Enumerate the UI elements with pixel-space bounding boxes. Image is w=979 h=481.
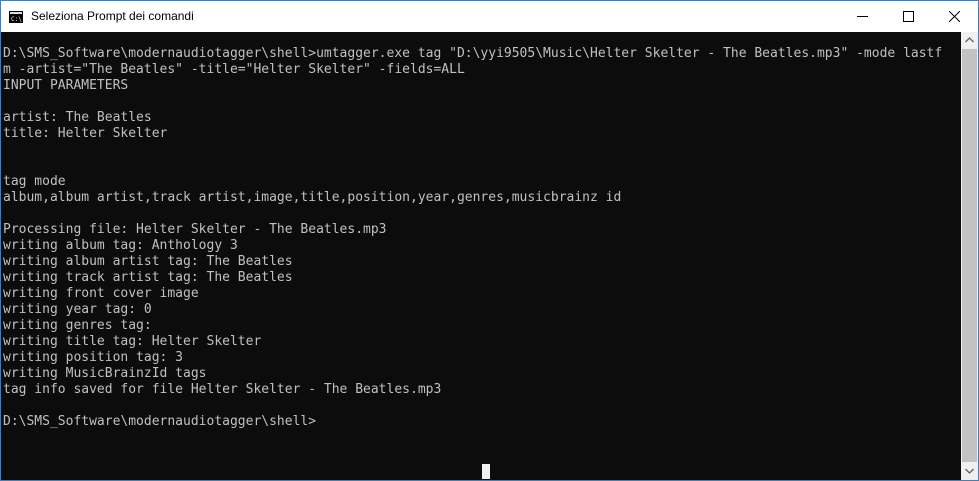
scroll-down-button[interactable] [961, 463, 978, 480]
vertical-scrollbar[interactable] [961, 32, 978, 480]
maximize-icon [903, 11, 914, 22]
console-line: INPUT PARAMETERS [3, 78, 129, 93]
minimize-icon [857, 16, 868, 17]
console-line: m -artist="The Beatles" -title="Helter S… [3, 62, 465, 77]
console-line: writing title tag: Helter Skelter [3, 334, 262, 349]
console-line: title: Helter Skelter [3, 126, 168, 141]
console-line: writing front cover image [3, 286, 199, 301]
console-line: tag info saved for file Helter Skelter -… [3, 382, 442, 397]
title-bar[interactable]: C:\ Seleziona Prompt dei comandi [1, 1, 978, 32]
console-line: writing position tag: 3 [3, 350, 184, 365]
chevron-down-icon [965, 468, 974, 474]
cmd-icon[interactable]: C:\ [9, 10, 23, 23]
scroll-up-button[interactable] [961, 32, 978, 49]
console-line: D:\SMS_Software\modernaudiotagger\shell> [3, 414, 317, 429]
chevron-up-icon [965, 37, 974, 43]
console-output[interactable]: D:\SMS_Software\modernaudiotagger\shell>… [1, 32, 961, 480]
scrollbar-thumb[interactable] [962, 49, 977, 462]
console-line: writing MusicBrainzId tags [3, 366, 207, 381]
console-line: D:\SMS_Software\modernaudiotagger\shell>… [3, 46, 943, 61]
window-title: Seleziona Prompt dei comandi [31, 9, 194, 23]
console-line: writing genres tag: [3, 318, 152, 333]
text-cursor [482, 464, 490, 479]
console-text: D:\SMS_Software\modernaudiotagger\shell>… [3, 46, 942, 430]
console-line: tag mode [3, 174, 66, 189]
svg-text:C:\: C:\ [11, 16, 22, 23]
console-line: album,album artist,track artist,image,ti… [3, 190, 622, 205]
console-line: writing track artist tag: The Beatles [3, 270, 293, 285]
close-button[interactable] [932, 1, 978, 31]
console-line: writing album tag: Anthology 3 [3, 238, 238, 253]
console-line: writing year tag: 0 [3, 302, 152, 317]
minimize-button[interactable] [840, 1, 886, 31]
console-line: artist: The Beatles [3, 110, 152, 125]
close-icon [949, 11, 960, 22]
console-line: Processing file: Helter Skelter - The Be… [3, 222, 387, 237]
maximize-button[interactable] [886, 1, 932, 31]
console-line: writing album artist tag: The Beatles [3, 254, 293, 269]
command-prompt-window: C:\ Seleziona Prompt dei comandi D:\SMS_… [0, 0, 979, 481]
